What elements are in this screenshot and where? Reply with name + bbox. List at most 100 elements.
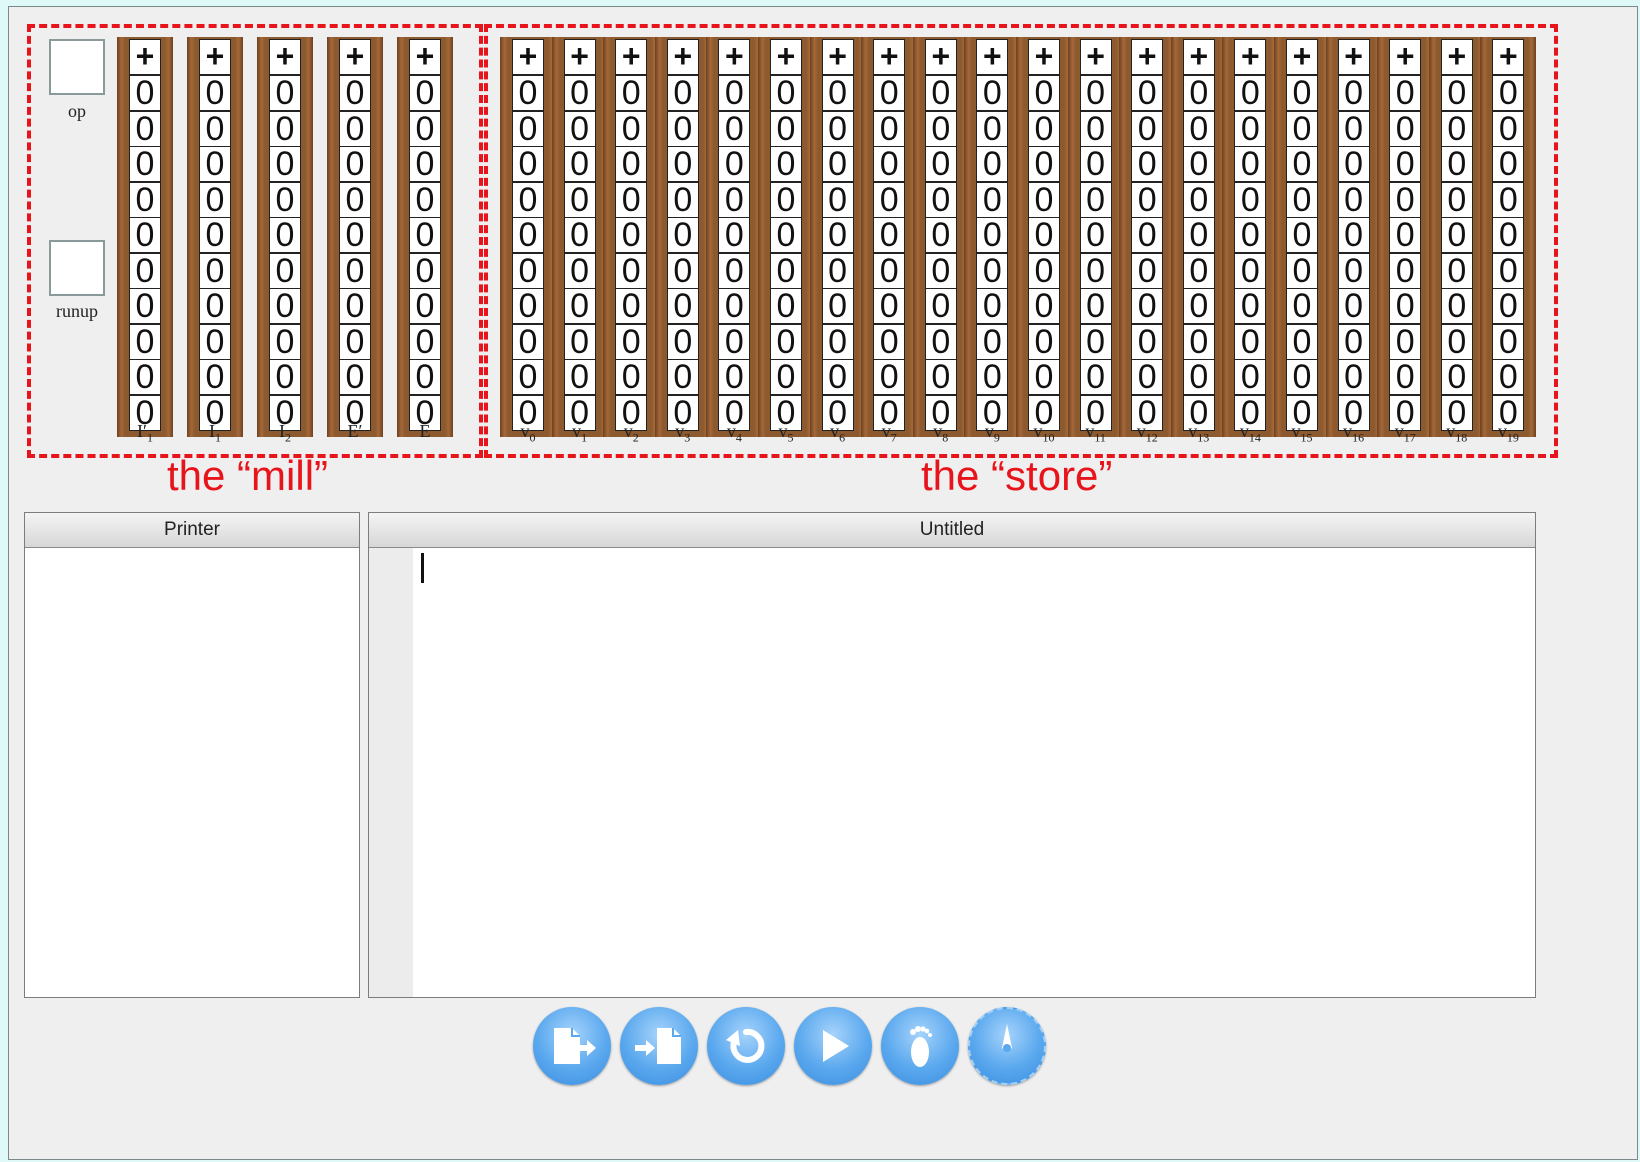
digit-cell: 0 xyxy=(1389,75,1422,111)
digit-cell: 0 xyxy=(1131,110,1164,147)
run-button[interactable] xyxy=(794,1007,872,1085)
column-label-v16: v16 xyxy=(1343,421,1365,445)
digit-cell: 0 xyxy=(821,359,854,395)
digit-cell: 0 xyxy=(1028,75,1060,111)
sign-cell: + xyxy=(770,39,802,75)
digit-cell: 0 xyxy=(615,110,648,147)
digit-cell: 0 xyxy=(718,75,751,111)
digit-cell: 0 xyxy=(563,146,596,182)
digit-cell: 0 xyxy=(1337,217,1370,253)
digit-cell: 0 xyxy=(1440,75,1473,111)
digit-cell: 0 xyxy=(718,323,751,360)
digit-cell: 0 xyxy=(269,146,301,182)
op-label: op xyxy=(68,101,86,121)
column-I1-prime: +0 0 0 0 0 0 0 0 0 0 xyxy=(117,37,173,437)
digit-cell: 0 xyxy=(924,288,957,324)
digit-cell: 0 xyxy=(1182,323,1215,360)
column-v17: +0 0 0 0 0 0 0 0 0 0 xyxy=(1377,37,1434,437)
editor-panel[interactable]: Untitled xyxy=(368,512,1536,998)
digit-cell: 0 xyxy=(199,323,231,360)
digit-cell: 0 xyxy=(821,110,854,147)
digit-cell: 0 xyxy=(339,288,371,324)
digit-cell: 0 xyxy=(1234,359,1267,395)
reset-button[interactable] xyxy=(707,1007,785,1085)
column-v13: +0 0 0 0 0 0 0 0 0 0 xyxy=(1170,37,1227,437)
sign-cell: + xyxy=(1440,39,1473,75)
digit-cell: 0 xyxy=(924,75,957,111)
sign-cell: + xyxy=(512,39,544,75)
speed-button[interactable] xyxy=(968,1007,1046,1085)
digit-cell: 0 xyxy=(976,359,1009,395)
digit-cell: 0 xyxy=(1440,323,1473,360)
line-number-gutter xyxy=(369,548,413,997)
digit-cell: 0 xyxy=(269,288,301,324)
digit-cell: 0 xyxy=(1234,110,1267,147)
digit-cell: 0 xyxy=(1440,288,1473,324)
sign-cell: + xyxy=(924,39,957,75)
import-card-button[interactable] xyxy=(533,1007,611,1085)
digit-cell: 0 xyxy=(770,288,802,324)
digit-cell: 0 xyxy=(770,252,802,289)
digit-cell: 0 xyxy=(615,323,648,360)
column-v16: +0 0 0 0 0 0 0 0 0 0 xyxy=(1325,37,1382,437)
digit-cell: 0 xyxy=(409,146,441,182)
digit-cell: 0 xyxy=(1079,75,1112,111)
column-label-v13: v13 xyxy=(1188,421,1210,445)
digit-cell: 0 xyxy=(666,75,699,111)
digit-cell: 0 xyxy=(563,110,596,147)
column-label-v9: v9 xyxy=(984,421,1000,445)
column-label-v1: v1 xyxy=(572,421,588,445)
digit-cell: 0 xyxy=(1389,181,1422,218)
digit-cell: 0 xyxy=(976,75,1009,111)
digit-cell: 0 xyxy=(1182,288,1215,324)
digit-cell: 0 xyxy=(770,217,802,253)
column-label-I2: I2 xyxy=(279,421,291,445)
digit-cell: 0 xyxy=(512,181,544,218)
column-v10: +0 0 0 0 0 0 0 0 0 0 xyxy=(1016,37,1072,437)
sign-cell: + xyxy=(821,39,854,75)
editor-text-area[interactable] xyxy=(415,549,1535,997)
printer-panel[interactable]: Printer xyxy=(24,512,360,998)
digit-cell: 0 xyxy=(718,252,751,289)
digit-cell: 0 xyxy=(1131,181,1164,218)
column-label-v5: v5 xyxy=(778,421,794,445)
sign-cell: + xyxy=(339,39,371,75)
digit-cell: 0 xyxy=(129,75,161,111)
sign-cell: + xyxy=(199,39,231,75)
digit-cell: 0 xyxy=(512,359,544,395)
digit-cell: 0 xyxy=(512,217,544,253)
digit-cell: 0 xyxy=(339,75,371,111)
digit-cell: 0 xyxy=(199,181,231,218)
digit-cell: 0 xyxy=(1286,288,1318,324)
sign-cell: + xyxy=(269,39,301,75)
digit-cell: 0 xyxy=(409,323,441,360)
digit-cell: 0 xyxy=(129,288,161,324)
digit-cell: 0 xyxy=(1492,217,1525,253)
mill-caption: the “mill” xyxy=(167,452,329,499)
digit-cell: 0 xyxy=(1028,323,1060,360)
digit-cell: 0 xyxy=(666,288,699,324)
digit-cell: 0 xyxy=(563,217,596,253)
play-icon xyxy=(823,1030,849,1062)
digit-cell: 0 xyxy=(615,359,648,395)
digit-cell: 0 xyxy=(563,359,596,395)
digit-cell: 0 xyxy=(615,288,648,324)
digit-cell: 0 xyxy=(615,252,648,289)
digit-cell: 0 xyxy=(873,75,906,111)
digit-cell: 0 xyxy=(129,323,161,360)
column-v1: +0 0 0 0 0 0 0 0 0 0 xyxy=(551,37,608,437)
digit-cell: 0 xyxy=(718,288,751,324)
digit-cell: 0 xyxy=(1286,323,1318,360)
digit-cell: 0 xyxy=(821,323,854,360)
digit-cell: 0 xyxy=(1131,323,1164,360)
digit-cell: 0 xyxy=(1337,75,1370,111)
sign-cell: + xyxy=(1131,39,1164,75)
printer-output xyxy=(31,553,353,991)
digit-cell: 0 xyxy=(1131,288,1164,324)
export-card-button[interactable] xyxy=(620,1007,698,1085)
digit-cell: 0 xyxy=(1492,323,1525,360)
digit-cell: 0 xyxy=(1337,323,1370,360)
digit-cell: 0 xyxy=(1389,146,1422,182)
step-button[interactable] xyxy=(881,1007,959,1085)
digit-cell: 0 xyxy=(1286,359,1318,395)
